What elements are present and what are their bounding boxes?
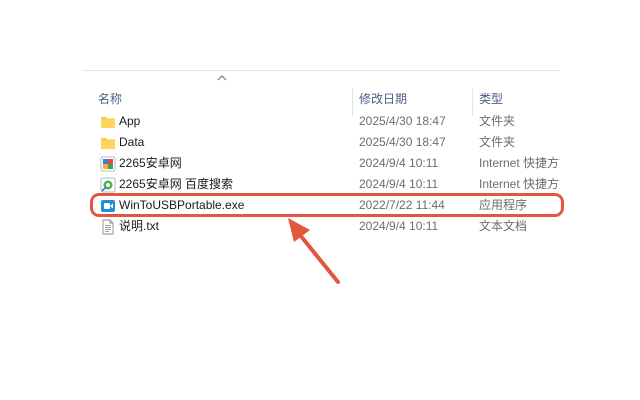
internet-shortcut-icon	[100, 156, 116, 172]
file-name: App	[119, 114, 141, 128]
internet-shortcut-icon	[100, 177, 116, 193]
file-type: 文件夹	[479, 114, 516, 128]
folder-icon	[101, 138, 115, 149]
file-row-2265-baidu-shortcut[interactable]: 2265安卓网 百度搜索 2024/9/4 10:11 Internet 快捷方…	[82, 174, 560, 195]
file-date: 2024/9/4 10:11	[359, 177, 439, 191]
file-date: 2024/9/4 10:11	[359, 219, 439, 233]
file-type: Internet 快捷方式	[479, 156, 560, 170]
file-name: 2265安卓网 百度搜索	[119, 177, 234, 191]
folder-icon	[101, 117, 115, 128]
file-date: 2025/4/30 18:47	[359, 114, 446, 128]
file-row-app[interactable]: App 2025/4/30 18:47 文件夹	[82, 111, 560, 132]
text-file-icon	[102, 219, 114, 235]
file-type: 文本文档	[479, 219, 528, 233]
file-type: 文件夹	[479, 135, 516, 149]
file-row-2265-shortcut[interactable]: 2265安卓网 2024/9/4 10:11 Internet 快捷方式	[82, 153, 560, 174]
annotation-arrow-icon	[288, 218, 340, 284]
file-date: 2024/9/4 10:11	[359, 156, 439, 170]
top-divider	[82, 70, 560, 71]
file-row-data[interactable]: Data 2025/4/30 18:47 文件夹	[82, 132, 560, 153]
file-date: 2025/4/30 18:47	[359, 135, 446, 149]
file-name: 2265安卓网	[119, 156, 182, 170]
file-type: Internet 快捷方式	[479, 177, 560, 191]
file-name: 说明.txt	[119, 219, 160, 233]
file-name: Data	[119, 135, 145, 149]
